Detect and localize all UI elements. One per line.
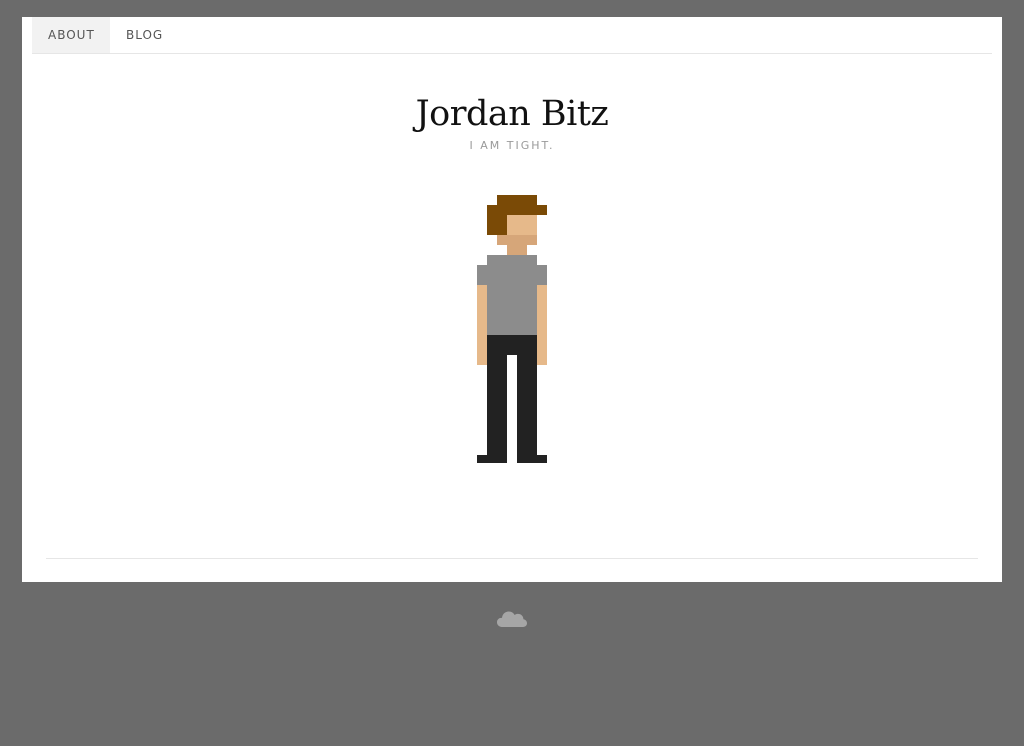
avatar-leg-left: [487, 355, 507, 455]
nav-about-link[interactable]: ABOUT: [32, 17, 110, 53]
avatar-arm-right: [537, 285, 547, 365]
content-card: ABOUT BLOG Jordan Bitz I AM TIGHT.: [22, 17, 1002, 582]
pixel-avatar-icon: [477, 195, 547, 463]
avatar-shoe-right: [517, 455, 547, 463]
avatar-stubble: [497, 235, 537, 245]
avatar-arm-left: [477, 285, 487, 365]
site-tagline: I AM TIGHT.: [469, 139, 555, 152]
avatar-sleeve-right: [537, 265, 547, 285]
top-nav: ABOUT BLOG: [32, 17, 992, 54]
avatar-sleeve-left: [477, 265, 487, 285]
avatar-neck: [507, 245, 527, 255]
avatar-shoe-left: [477, 455, 507, 463]
footer-divider: [46, 558, 978, 559]
avatar-hair-brim: [527, 205, 547, 215]
cloud-icon[interactable]: [496, 606, 528, 628]
nav-blog-link[interactable]: BLOG: [110, 17, 179, 53]
avatar-pants: [487, 335, 537, 355]
avatar-hair-side: [487, 205, 507, 235]
cloud-shape: [497, 611, 527, 627]
avatar-leg-right: [517, 355, 537, 455]
site-title: Jordan Bitz: [415, 94, 609, 134]
avatar-shirt: [487, 255, 537, 335]
